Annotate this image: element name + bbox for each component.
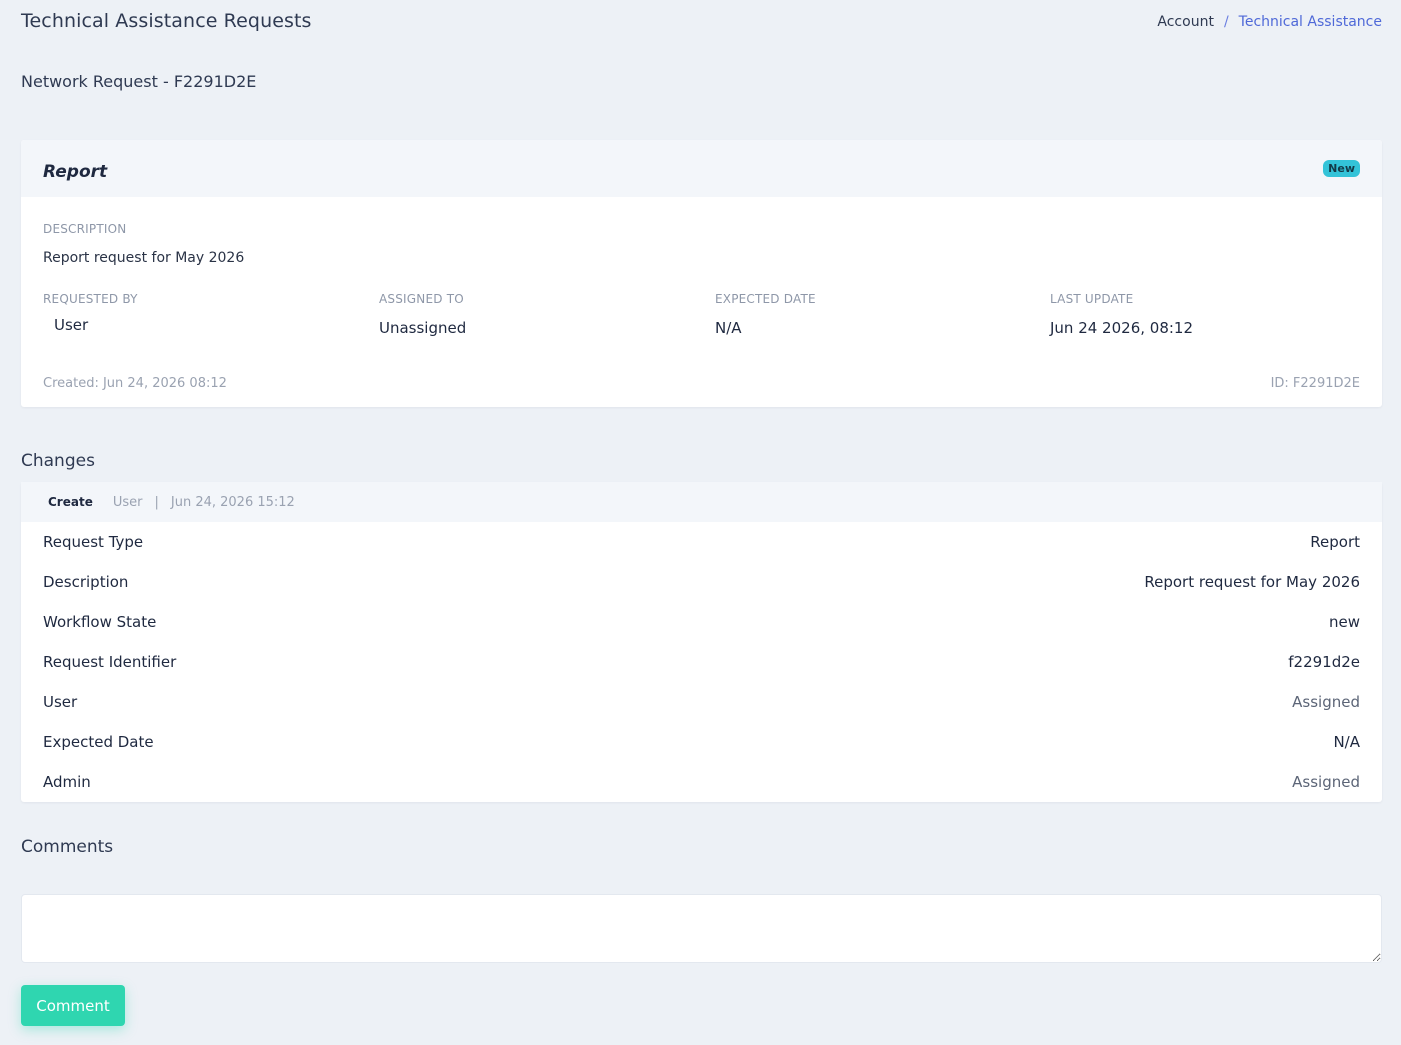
request-subtitle: Network Request - F2291D2E [21, 72, 257, 91]
change-field-value: new [1328, 613, 1360, 631]
change-field-value: f2291d2e [1288, 653, 1360, 671]
changes-heading: Changes [21, 451, 95, 471]
created-timestamp: Created: Jun 24, 2026 08:12 [43, 376, 227, 391]
change-row: Workflow State new [21, 602, 1382, 642]
breadcrumb-separator: / [1223, 14, 1229, 30]
change-field-value: Assigned [1292, 693, 1360, 711]
change-field-name: Workflow State [43, 613, 157, 631]
change-field-value: Report request for May 2026 [1144, 573, 1360, 591]
requested-by-field: REQUESTED BY User [43, 292, 138, 334]
change-row: Request Identifier f2291d2e [21, 642, 1382, 682]
change-entry-header: Create User | Jun 24, 2026 15:12 [21, 482, 1382, 522]
breadcrumb-current: Technical Assistance [1238, 14, 1382, 30]
change-user: User [112, 494, 143, 510]
change-field-value: Assigned [1292, 773, 1360, 791]
last-update-value: Jun 24 2026, 08:12 [1050, 319, 1193, 337]
change-field-name: Request Identifier [43, 653, 177, 671]
assigned-to-field: ASSIGNED TO Unassigned [379, 292, 466, 337]
change-separator: | [154, 494, 159, 510]
description-value: Report request for May 2026 [43, 250, 245, 266]
status-badge: New [1323, 160, 1360, 177]
assigned-to-value: Unassigned [379, 319, 467, 337]
last-update-label: LAST UPDATE [1050, 292, 1134, 306]
change-row: Request Type Report [21, 522, 1382, 562]
breadcrumb-account-link[interactable]: Account [1157, 14, 1214, 30]
change-row: Expected Date N/A [21, 722, 1382, 762]
change-field-value: N/A [1333, 733, 1360, 751]
change-field-value: Report [1310, 533, 1360, 551]
change-field-name: Admin [43, 773, 91, 791]
breadcrumb: Account / Technical Assistance [1157, 14, 1382, 30]
page-title: Technical Assistance Requests [21, 10, 312, 32]
change-field-name: Request Type [43, 533, 144, 551]
report-card-header: Report New [21, 140, 1382, 197]
expected-date-value: N/A [715, 319, 742, 337]
top-bar: Technical Assistance Requests Account / … [0, 0, 1401, 46]
description-label: DESCRIPTION [43, 222, 127, 236]
assigned-to-label: ASSIGNED TO [379, 292, 464, 306]
requested-by-value: User [54, 316, 89, 334]
changes-card: Create User | Jun 24, 2026 15:12 Request… [21, 482, 1382, 802]
change-row: Admin Assigned [21, 762, 1382, 802]
request-id: ID: F2291D2E [1270, 376, 1360, 391]
expected-date-field: EXPECTED DATE N/A [715, 292, 816, 337]
change-date: Jun 24, 2026 15:12 [170, 494, 295, 510]
report-card: Report New DESCRIPTION Report request fo… [21, 140, 1382, 407]
change-field-name: Expected Date [43, 733, 154, 751]
requested-by-label: REQUESTED BY [43, 292, 138, 306]
expected-date-label: EXPECTED DATE [715, 292, 816, 306]
last-update-field: LAST UPDATE Jun 24 2026, 08:12 [1050, 292, 1193, 337]
report-title: Report [43, 162, 108, 182]
comment-button[interactable]: Comment [21, 985, 125, 1026]
change-field-name: User [43, 693, 78, 711]
comments-heading: Comments [21, 837, 114, 857]
change-row: Description Report request for May 2026 [21, 562, 1382, 602]
change-action: Create [48, 495, 93, 509]
change-field-name: Description [43, 573, 129, 591]
comment-input[interactable] [21, 894, 1382, 963]
change-row: User Assigned [21, 682, 1382, 722]
